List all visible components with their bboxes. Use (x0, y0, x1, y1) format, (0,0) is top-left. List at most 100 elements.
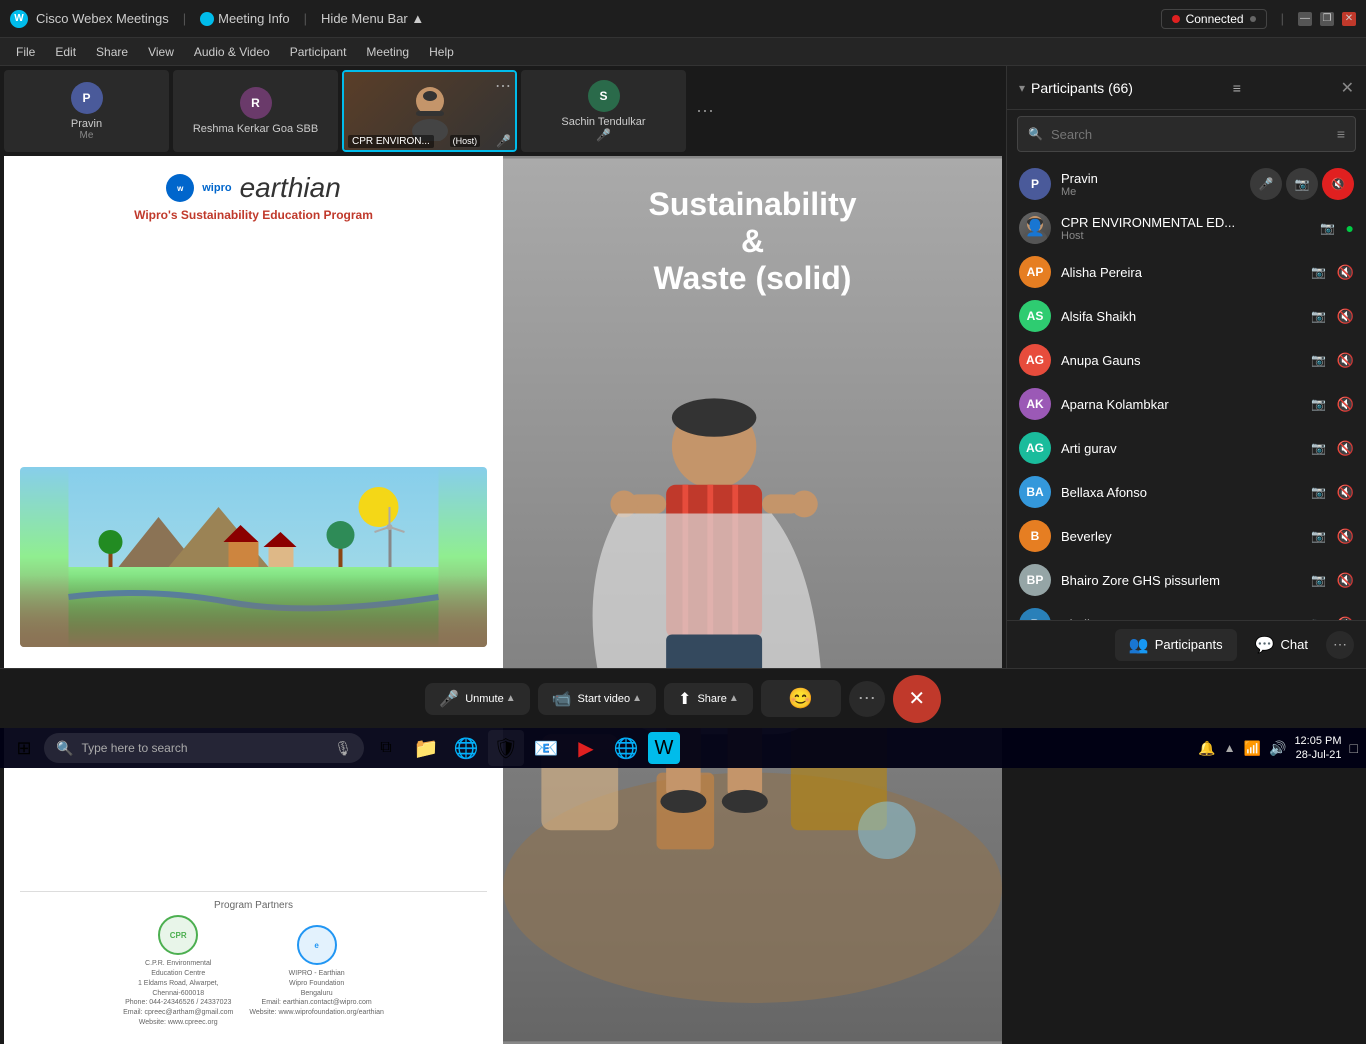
main-content: P Pravin Me R Reshma Kerkar Goa SBB (0, 66, 1366, 668)
close-panel-button[interactable]: ✕ (1341, 78, 1354, 98)
end-call-icon: ✕ (908, 686, 925, 711)
share-icon: ⬆ (678, 689, 691, 709)
participant-aparna[interactable]: AK Aparna Kolambkar 📷 🔇 (1007, 382, 1366, 426)
action-center-icon[interactable]: □ (1350, 740, 1358, 756)
meeting-info-link[interactable]: Meeting Info (200, 11, 290, 26)
participants-tab[interactable]: 👥 Participants (1115, 629, 1237, 661)
taskbar-app-webex[interactable]: W (648, 732, 680, 764)
video-icon: 📹 (552, 689, 572, 709)
alisha-camera-button[interactable]: 📷 (1305, 258, 1333, 286)
participants-count: Participants (66) (1031, 80, 1133, 96)
collapse-icon[interactable]: ▾ (1019, 81, 1025, 95)
taskbar-right: 🔔 ▲ 📶 🔊 12:05 PM 28-Jul-21 □ (1198, 734, 1358, 763)
start-video-button[interactable]: 📹 Start video ▲ (538, 683, 656, 715)
thumbnail-cpr[interactable]: CPR ENVIRON... (Host) 🎤 ⋯ (342, 70, 517, 152)
thumbnail-reshma[interactable]: R Reshma Kerkar Goa SBB (173, 70, 338, 152)
participant-bellaxa[interactable]: BA Bellaxa Afonso 📷 🔇 (1007, 470, 1366, 514)
chat-tab[interactable]: 💬 Chat (1241, 629, 1322, 661)
alisha-mute-icon: 🔇 (1337, 264, 1354, 281)
thumbnail-pravin[interactable]: P Pravin Me (4, 70, 169, 152)
unmute-arrow-icon[interactable]: ▲ (506, 693, 516, 704)
taskbar-app-edge[interactable]: 🌐 (448, 730, 484, 766)
cpr-controls: 📷 ● (1314, 214, 1354, 242)
end-meeting-button[interactable]: ✕ (893, 675, 941, 723)
participant-beverley[interactable]: B Beverley 📷 🔇 (1007, 514, 1366, 558)
alsifa-name: Alsifa Shaikh (1061, 309, 1295, 324)
participant-bindiya[interactable]: B Bindiya 📷 🔇 (1007, 602, 1366, 620)
taskbar-app-media[interactable]: ▶ (568, 730, 604, 766)
reactions-button[interactable]: 😊 (761, 680, 841, 717)
pravin-unmute-button[interactable]: 🔇 (1322, 168, 1354, 200)
share-arrow-icon[interactable]: ▲ (729, 693, 739, 704)
bhairo-camera-button[interactable]: 📷 (1305, 566, 1333, 594)
taskbar-app-mail[interactable]: 📧 (528, 730, 564, 766)
participant-alisha[interactable]: AP Alisha Pereira 📷 🔇 (1007, 250, 1366, 294)
taskbar-app-taskview[interactable]: ⧉ (368, 730, 404, 766)
pres-right-title: Sustainability & Waste (solid) (638, 176, 866, 307)
menu-bar: File Edit Share View Audio & Video Parti… (0, 38, 1366, 66)
emoji-icon: 😊 (788, 686, 813, 711)
thumb-options-icon[interactable]: ⋯ (495, 76, 511, 96)
bindiya-camera-button[interactable]: 📷 (1305, 610, 1333, 620)
cpr-camera-button[interactable]: 📷 (1314, 214, 1342, 242)
taskbar-app-chrome[interactable]: 🌐 (608, 730, 644, 766)
pravin-mute-button[interactable]: 🎤 (1250, 168, 1282, 200)
menu-help[interactable]: Help (421, 43, 462, 61)
menu-meeting[interactable]: Meeting (358, 43, 417, 61)
taskbar-notifications-icon[interactable]: 🔔 (1198, 740, 1215, 757)
menu-file[interactable]: File (8, 43, 43, 61)
thumbnail-sachin[interactable]: S Sachin Tendulkar 🎤 (521, 70, 686, 152)
more-options-button[interactable]: ⋯ (849, 681, 885, 717)
taskbar-app-store[interactable]: 🛡 (488, 730, 524, 766)
cpr-list-avatar (1019, 212, 1051, 244)
sort-participants-button[interactable]: ≡ (1233, 80, 1241, 96)
pravin-controls: 🎤 📷 🔇 (1250, 168, 1354, 200)
unmute-button[interactable]: 🎤 Unmute ▲ (425, 683, 529, 715)
menu-view[interactable]: View (140, 43, 182, 61)
participant-alsifa[interactable]: AS Alsifa Shaikh 📷 🔇 (1007, 294, 1366, 338)
signal-icon (1250, 16, 1256, 22)
participant-arti[interactable]: AG Arti gurav 📷 🔇 (1007, 426, 1366, 470)
participant-cpr[interactable]: CPR ENVIRONMENTAL ED... Host 📷 ● (1007, 206, 1366, 250)
restore-button[interactable]: ❐ (1320, 12, 1334, 26)
menu-participant[interactable]: Participant (282, 43, 355, 61)
windows-taskbar: ⊞ 🔍 Type here to search 🎙 ⧉ 📁 🌐 🛡 📧 ▶ 🌐 … (0, 728, 1366, 768)
meeting-toolbar: 🎤 Unmute ▲ 📹 Start video ▲ ⬆ Share ▲ 😊 ⋯… (0, 668, 1366, 728)
minimize-button[interactable]: — (1298, 12, 1312, 26)
anupa-camera-button[interactable]: 📷 (1305, 346, 1333, 374)
unmute-icon: 🎤 (439, 689, 459, 709)
alsifa-camera-button[interactable]: 📷 (1305, 302, 1333, 330)
participant-bhairo[interactable]: BP Bhairo Zore GHS pissurlem 📷 🔇 (1007, 558, 1366, 602)
thumb-more-icon[interactable]: ⋯ (690, 70, 720, 152)
pravin-camera-button[interactable]: 📷 (1286, 168, 1318, 200)
search-input[interactable] (1051, 127, 1329, 142)
menu-audio-video[interactable]: Audio & Video (186, 43, 278, 61)
hide-menu-label[interactable]: Hide Menu Bar ▲ (321, 11, 424, 26)
video-arrow-icon[interactable]: ▲ (632, 693, 642, 704)
filter-icon[interactable]: ≡ (1337, 126, 1345, 142)
voice-search-icon[interactable]: 🎙 (334, 740, 352, 757)
more-panel-button[interactable]: ⋯ (1326, 631, 1354, 659)
taskbar-volume-icon[interactable]: 🔊 (1269, 740, 1286, 757)
meeting-info-label: Meeting Info (218, 11, 290, 26)
aparna-camera-button[interactable]: 📷 (1305, 390, 1333, 418)
close-button[interactable]: ✕ (1342, 12, 1356, 26)
taskbar-wifi-icon[interactable]: 📶 (1244, 740, 1261, 757)
menu-edit[interactable]: Edit (47, 43, 84, 61)
taskbar-app-files[interactable]: 📁 (408, 730, 444, 766)
taskbar-clock[interactable]: 12:05 PM 28-Jul-21 (1294, 734, 1341, 763)
participant-pravin[interactable]: P Pravin Me 🎤 📷 🔇 (1007, 162, 1366, 206)
arti-camera-button[interactable]: 📷 (1305, 434, 1333, 462)
share-button[interactable]: ⬆ Share ▲ (664, 683, 753, 715)
pres-left: w wipro earthian Wipro's Sustainability … (4, 156, 503, 1044)
windows-start-button[interactable]: ⊞ (8, 732, 40, 764)
taskbar-search[interactable]: 🔍 Type here to search 🎙 (44, 733, 364, 763)
title-bar-right: Connected | — ❐ ✕ (1161, 9, 1356, 29)
taskbar-chevron-icon[interactable]: ▲ (1224, 741, 1236, 755)
beverley-camera-button[interactable]: 📷 (1305, 522, 1333, 550)
participant-anupa[interactable]: AG Anupa Gauns 📷 🔇 (1007, 338, 1366, 382)
bellaxa-camera-button[interactable]: 📷 (1305, 478, 1333, 506)
menu-share[interactable]: Share (88, 43, 136, 61)
search-bar[interactable]: 🔍 ≡ (1017, 116, 1356, 152)
bindiya-controls: 📷 🔇 (1305, 610, 1354, 620)
